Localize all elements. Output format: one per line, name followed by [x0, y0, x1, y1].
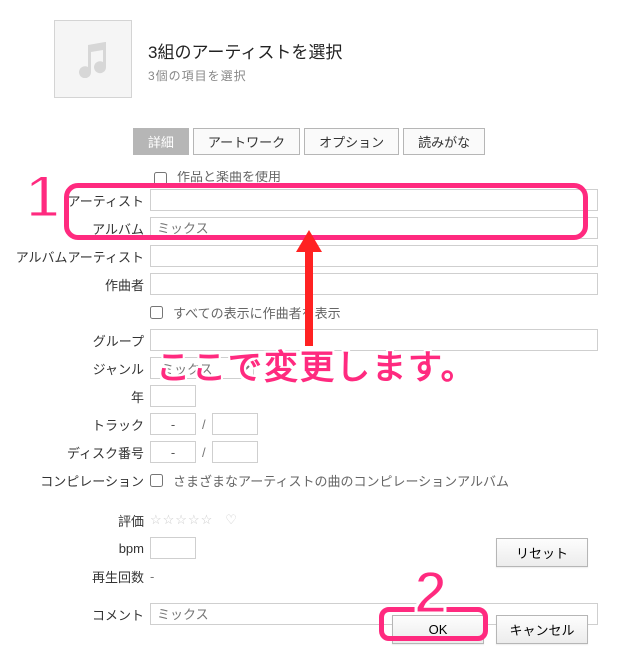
use-work-checkbox-row: 作品と楽曲を使用 — [154, 171, 598, 185]
ok-button[interactable]: OK — [392, 615, 484, 644]
album-artist-label: アルバムアーティスト — [0, 247, 150, 266]
disc-label: ディスク番号 — [0, 443, 150, 462]
artwork-placeholder — [54, 20, 132, 98]
group-label: グループ — [0, 331, 150, 350]
artist-input[interactable] — [150, 189, 598, 211]
disc-separator: / — [202, 445, 206, 460]
bpm-input[interactable] — [150, 537, 196, 559]
tab-details[interactable]: 詳細 — [133, 128, 189, 155]
cancel-button[interactable]: キャンセル — [496, 615, 588, 644]
show-composer-label: すべての表示に作曲者を表示 — [173, 303, 341, 322]
reset-button[interactable]: リセット — [496, 538, 588, 567]
rating-stars[interactable]: ☆☆☆☆☆ — [150, 512, 213, 528]
artist-label: アーティスト — [0, 191, 150, 210]
album-label: アルバム — [0, 219, 150, 238]
track-separator: / — [202, 417, 206, 432]
tab-options[interactable]: オプション — [304, 128, 399, 155]
use-work-label: 作品と楽曲を使用 — [177, 171, 281, 185]
album-input[interactable] — [150, 217, 598, 239]
header-title: 3組のアーティストを選択 — [148, 38, 342, 63]
tab-bar: 詳細 アートワーク オプション 読みがな — [0, 128, 618, 155]
header-subtitle: 3個の項目を選択 — [148, 67, 342, 84]
bpm-label: bpm — [0, 541, 150, 556]
compilation-checkbox[interactable] — [150, 474, 163, 487]
genre-select[interactable]: ミックス — [150, 357, 254, 379]
track-number-input[interactable] — [150, 413, 196, 435]
compilation-label: コンピレーション — [0, 471, 150, 490]
disc-total-input[interactable] — [212, 441, 258, 463]
album-artist-input[interactable] — [150, 245, 598, 267]
music-note-icon — [76, 40, 110, 78]
love-icon[interactable]: ♡ — [225, 512, 238, 528]
playcount-label: 再生回数 — [0, 567, 150, 586]
tab-sorting[interactable]: 読みがな — [403, 128, 485, 155]
group-input[interactable] — [150, 329, 598, 351]
playcount-value: - — [150, 569, 154, 584]
tab-artwork[interactable]: アートワーク — [193, 128, 300, 155]
use-work-checkbox[interactable] — [154, 172, 167, 185]
genre-label: ジャンル — [0, 359, 150, 378]
composer-input[interactable] — [150, 273, 598, 295]
disc-number-input[interactable] — [150, 441, 196, 463]
year-input[interactable] — [150, 385, 196, 407]
year-label: 年 — [0, 387, 150, 406]
show-composer-checkbox[interactable] — [150, 306, 163, 319]
composer-label: 作曲者 — [0, 275, 150, 294]
track-total-input[interactable] — [212, 413, 258, 435]
rating-label: 評価 — [0, 511, 150, 530]
header-text: 3組のアーティストを選択 3個の項目を選択 — [148, 20, 342, 98]
compilation-text: さまざまなアーティストの曲のコンピレーションアルバム — [173, 471, 509, 490]
track-label: トラック — [0, 415, 150, 434]
